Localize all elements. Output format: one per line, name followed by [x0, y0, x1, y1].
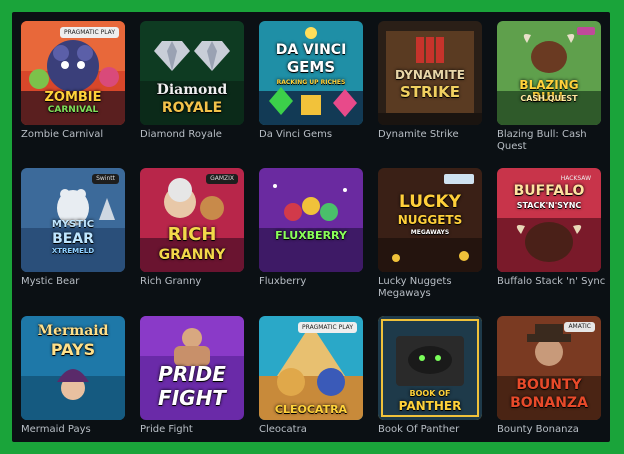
lucky-nuggets-art-line3: MEGAWAYS	[410, 229, 450, 236]
game-title-lucky-nuggets[interactable]: Lucky Nuggets Megaways	[378, 276, 490, 300]
mermaid-pays-art-line2: PAYS	[50, 340, 96, 359]
dynamite-strike-art-line2: STRIKE	[399, 83, 461, 101]
game-title-zombie-carnival[interactable]: Zombie Carnival	[21, 129, 133, 141]
mystic-bear-art-line1: MYSTIC	[51, 219, 95, 230]
game-title-blazing-bull[interactable]: Blazing Bull: Cash Quest	[497, 129, 609, 153]
game-tile-buffalo-stack-n-sync[interactable]: BUFFALO STACK'N'SYNC HACKSAW	[497, 168, 601, 272]
mystic-bear-art-line2: BEAR	[52, 231, 94, 247]
pride-fight-art-line1: PRIDE	[158, 362, 226, 386]
provider-logo: GAMZIX	[206, 174, 238, 184]
cleocatra-art-line1: CLEOCATRA	[274, 403, 348, 416]
game-tile-lucky-nuggets[interactable]: LUCKY NUGGETS MEGAWAYS	[378, 168, 482, 272]
game-title-cleocatra[interactable]: Cleocatra	[259, 424, 371, 436]
provider-logo: AMATIC	[564, 322, 595, 332]
game-grid: ZOMBIE CARNIVAL PRAGMATIC PLAY Zombie Ca…	[12, 12, 610, 442]
game-tile-fluxberry[interactable]: FLUXBERRY	[259, 168, 363, 272]
book-of-panther-art-line2: PANTHER	[398, 399, 462, 413]
rich-granny-art-line1: RICH	[167, 224, 217, 245]
game-title-mermaid-pays[interactable]: Mermaid Pays	[21, 424, 133, 436]
game-title-bounty-bonanza[interactable]: Bounty Bonanza	[497, 424, 609, 436]
game-tile-da-vinci-gems[interactable]: DA VINCI GEMS RACKING UP RICHES	[259, 21, 363, 125]
provider-logo: PRAGMATIC PLAY	[298, 322, 357, 333]
da-vinci-gems-art-line1: DA VINCI	[275, 42, 347, 58]
game-tile-pride-fight[interactable]: PRIDE FIGHT	[140, 316, 244, 420]
dynamite-strike-art-line1: DYNAMITE	[395, 68, 465, 82]
provider-logo: Swintt	[92, 174, 119, 184]
game-tile-book-of-panther[interactable]: BOOK OF PANTHER	[378, 316, 482, 420]
bounty-bonanza-art-line2: BONANZA	[510, 395, 588, 411]
game-tile-bounty-bonanza[interactable]: BOUNTY BONANZA AMATIC	[497, 316, 601, 420]
fluxberry-artwork	[259, 168, 363, 272]
zombie-carnival-art-line1: ZOMBIE	[44, 90, 102, 105]
fluxberry-art-line1: FLUXBERRY	[275, 229, 347, 242]
game-tile-cleocatra[interactable]: CLEOCATRA PRAGMATIC PLAY	[259, 316, 363, 420]
game-title-fluxberry[interactable]: Fluxberry	[259, 276, 371, 288]
game-tile-rich-granny[interactable]: RICH GRANNY GAMZIX	[140, 168, 244, 272]
pride-fight-art-line2: FIGHT	[158, 386, 226, 410]
game-tile-zombie-carnival[interactable]: ZOMBIE CARNIVAL PRAGMATIC PLAY	[21, 21, 125, 125]
game-title-buffalo-stack-n-sync[interactable]: Buffalo Stack 'n' Sync	[497, 276, 609, 288]
game-title-da-vinci-gems[interactable]: Da Vinci Gems	[259, 129, 371, 141]
buffalo-art-line1: BUFFALO	[513, 183, 585, 199]
book-of-panther-art-line1: BOOK OF	[409, 389, 451, 398]
bounty-bonanza-art-line1: BOUNTY	[516, 377, 582, 393]
diamond-royale-art-line1: Diamond	[156, 82, 228, 98]
game-title-dynamite-strike[interactable]: Dynamite Strike	[378, 129, 490, 141]
provider-logo: PRAGMATIC PLAY	[60, 27, 119, 38]
game-title-rich-granny[interactable]: Rich Granny	[140, 276, 252, 288]
mystic-bear-art-line3: XTREMELD	[51, 247, 95, 255]
blazing-bull-artwork	[497, 21, 601, 125]
game-title-diamond-royale[interactable]: Diamond Royale	[140, 129, 252, 141]
game-tile-mermaid-pays[interactable]: Mermaid PAYS	[21, 316, 125, 420]
provider-logo: HACKSAW	[560, 175, 591, 182]
mermaid-pays-art-line1: Mermaid	[37, 323, 109, 339]
zombie-carnival-art-line2: CARNIVAL	[47, 105, 99, 115]
game-title-pride-fight[interactable]: Pride Fight	[140, 424, 252, 436]
game-title-mystic-bear[interactable]: Mystic Bear	[21, 276, 133, 288]
game-tile-mystic-bear[interactable]: MYSTIC BEAR XTREMELD Swintt	[21, 168, 125, 272]
game-tile-dynamite-strike[interactable]: DYNAMITE STRIKE	[378, 21, 482, 125]
game-tile-diamond-royale[interactable]: Diamond ROYALE	[140, 21, 244, 125]
buffalo-art-line2: STACK'N'SYNC	[516, 201, 582, 210]
da-vinci-gems-art-line3: RACKING UP RICHES	[276, 79, 346, 86]
game-title-book-of-panther[interactable]: Book Of Panther	[378, 424, 490, 436]
lucky-nuggets-art-line1: LUCKY	[399, 192, 461, 212]
da-vinci-gems-art-line2: GEMS	[286, 58, 336, 76]
rich-granny-art-line2: GRANNY	[158, 247, 226, 263]
blazing-bull-art-line2: CASH QUEST	[520, 94, 578, 103]
game-tile-blazing-bull[interactable]: BLAZING BULL CASH QUEST	[497, 21, 601, 125]
diamond-royale-art-line2: ROYALE	[161, 100, 223, 116]
lucky-nuggets-art-line2: NUGGETS	[397, 213, 463, 227]
